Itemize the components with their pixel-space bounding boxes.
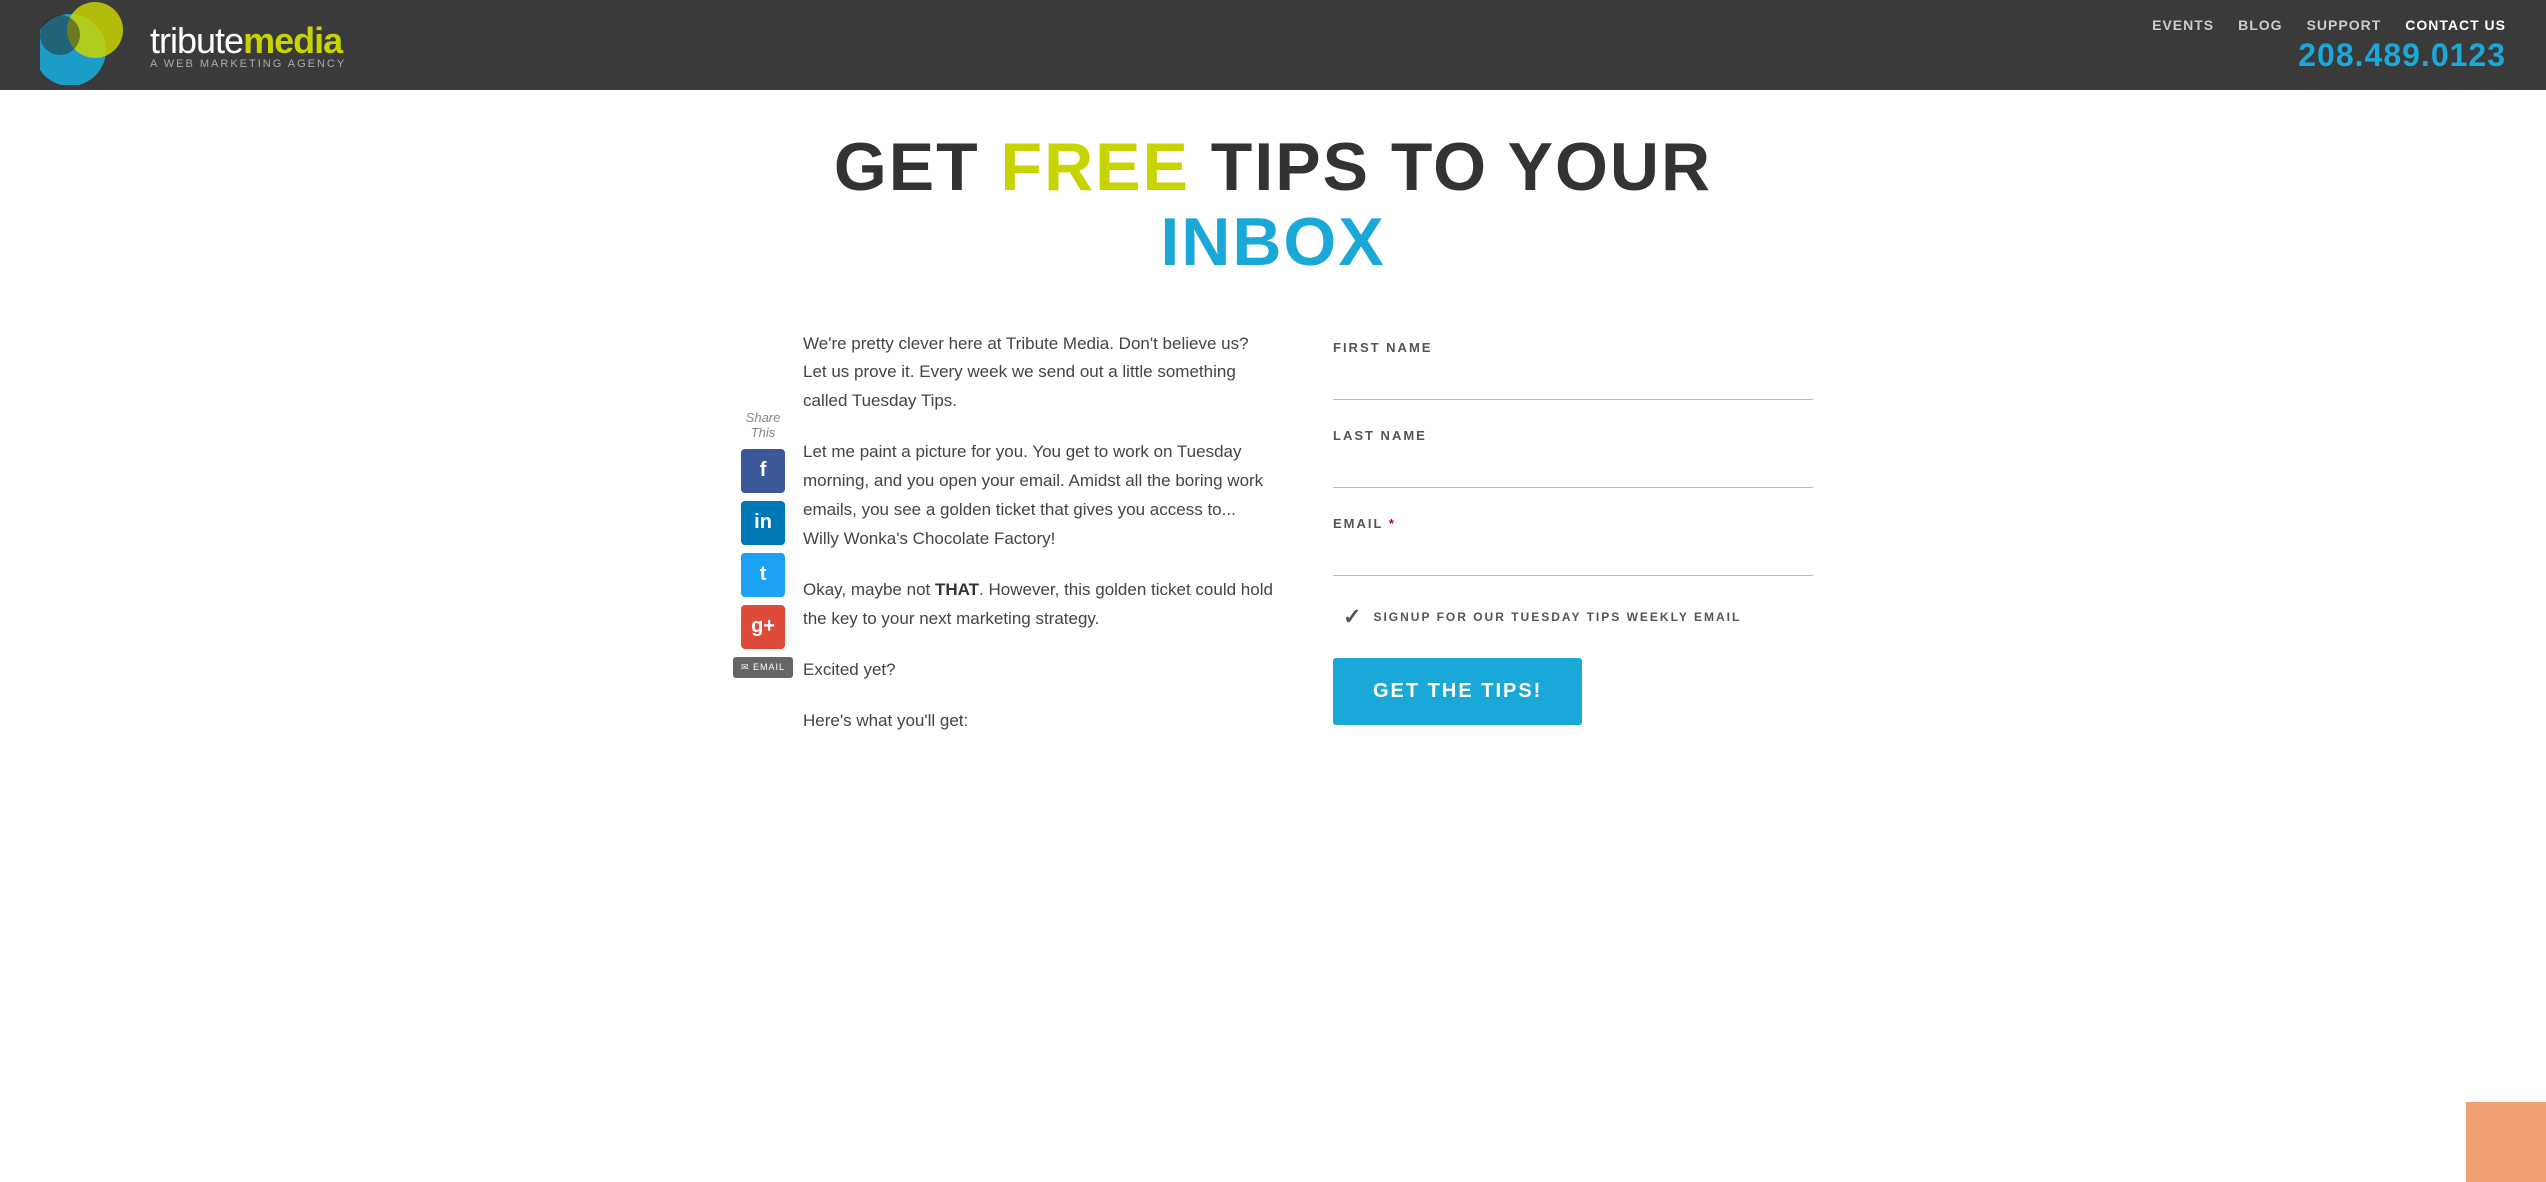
- left-column: ShareThis f in t g+ ✉ EMAIL We're pretty…: [733, 330, 1273, 758]
- newsletter-label[interactable]: SIGNUP FOR OUR TUESDAY TIPS WEEKLY EMAIL: [1373, 610, 1741, 624]
- first-name-input[interactable]: [1333, 365, 1813, 400]
- logo-icon: [40, 0, 140, 90]
- last-name-label: LAST NAME: [1333, 428, 1813, 443]
- newsletter-checkbox-row: ✓ SIGNUP FOR OUR TUESDAY TIPS WEEKLY EMA…: [1333, 604, 1813, 630]
- signup-form-column: FIRST NAME LAST NAME EMAIL * ✓ SIG: [1333, 330, 1813, 725]
- email-label: EMAIL *: [1333, 516, 1813, 531]
- headline-free: FREE: [1001, 129, 1190, 205]
- last-name-input[interactable]: [1333, 453, 1813, 488]
- logo-tribute: tribute: [150, 20, 243, 61]
- headline-inbox: INBOX: [1160, 204, 1385, 280]
- last-name-group: LAST NAME: [1333, 428, 1813, 488]
- googleplus-share-button[interactable]: g+: [741, 605, 785, 649]
- bottom-person-image: [2466, 1102, 2546, 1182]
- email-group: EMAIL *: [1333, 516, 1813, 576]
- signup-form: FIRST NAME LAST NAME EMAIL * ✓ SIG: [1333, 340, 1813, 725]
- nav-contact[interactable]: CONTACT US: [2405, 17, 2506, 33]
- paragraph-4: Excited yet?: [803, 656, 1273, 685]
- linkedin-share-button[interactable]: in: [741, 501, 785, 545]
- facebook-share-button[interactable]: f: [741, 449, 785, 493]
- main-content: GET FREE TIPS TO YOUR INBOX ShareThis f …: [673, 90, 1873, 797]
- page-headline: GET FREE TIPS TO YOUR INBOX: [733, 130, 1813, 280]
- submit-button[interactable]: GET THE TIPS!: [1333, 658, 1582, 725]
- share-label: ShareThis: [746, 410, 781, 441]
- paragraph-3-bold: THAT: [935, 580, 979, 599]
- nav-events[interactable]: EVENTS: [2152, 17, 2214, 33]
- body-text: We're pretty clever here at Tribute Medi…: [803, 330, 1273, 736]
- phone-number[interactable]: 208.489.0123: [2298, 37, 2506, 74]
- main-nav: EVENTS BLOG SUPPORT CONTACT US 208.489.0…: [2152, 17, 2506, 74]
- nav-links: EVENTS BLOG SUPPORT CONTACT US: [2152, 17, 2506, 33]
- paragraph-3: Okay, maybe not THAT. However, this gold…: [803, 576, 1273, 634]
- paragraph-1: We're pretty clever here at Tribute Medi…: [803, 330, 1273, 417]
- share-sidebar: ShareThis f in t g+ ✉ EMAIL: [733, 410, 793, 678]
- email-input[interactable]: [1333, 541, 1813, 576]
- twitter-share-button[interactable]: t: [741, 553, 785, 597]
- person-avatar: [2466, 1102, 2546, 1182]
- required-marker: *: [1389, 516, 1396, 531]
- checkmark-icon: ✓: [1343, 604, 1361, 630]
- paragraph-3-pre: Okay, maybe not: [803, 580, 935, 599]
- logo-media: media: [243, 20, 342, 61]
- logo-text: tributemedia A WEB MARKETING AGENCY: [150, 20, 346, 70]
- first-name-label: FIRST NAME: [1333, 340, 1813, 355]
- nav-blog[interactable]: BLOG: [2238, 17, 2282, 33]
- paragraph-5: Here's what you'll get:: [803, 707, 1273, 736]
- email-share-button[interactable]: ✉ EMAIL: [733, 657, 793, 678]
- content-columns: ShareThis f in t g+ ✉ EMAIL We're pretty…: [733, 330, 1813, 758]
- headline-get: GET: [834, 129, 1001, 205]
- logo-subtitle: A WEB MARKETING AGENCY: [150, 58, 346, 70]
- paragraph-2: Let me paint a picture for you. You get …: [803, 438, 1273, 554]
- headline-tips: TIPS TO YOUR: [1190, 129, 1712, 205]
- nav-support[interactable]: SUPPORT: [2307, 17, 2382, 33]
- logo-area: tributemedia A WEB MARKETING AGENCY: [40, 0, 346, 90]
- first-name-group: FIRST NAME: [1333, 340, 1813, 400]
- site-header: tributemedia A WEB MARKETING AGENCY EVEN…: [0, 0, 2546, 90]
